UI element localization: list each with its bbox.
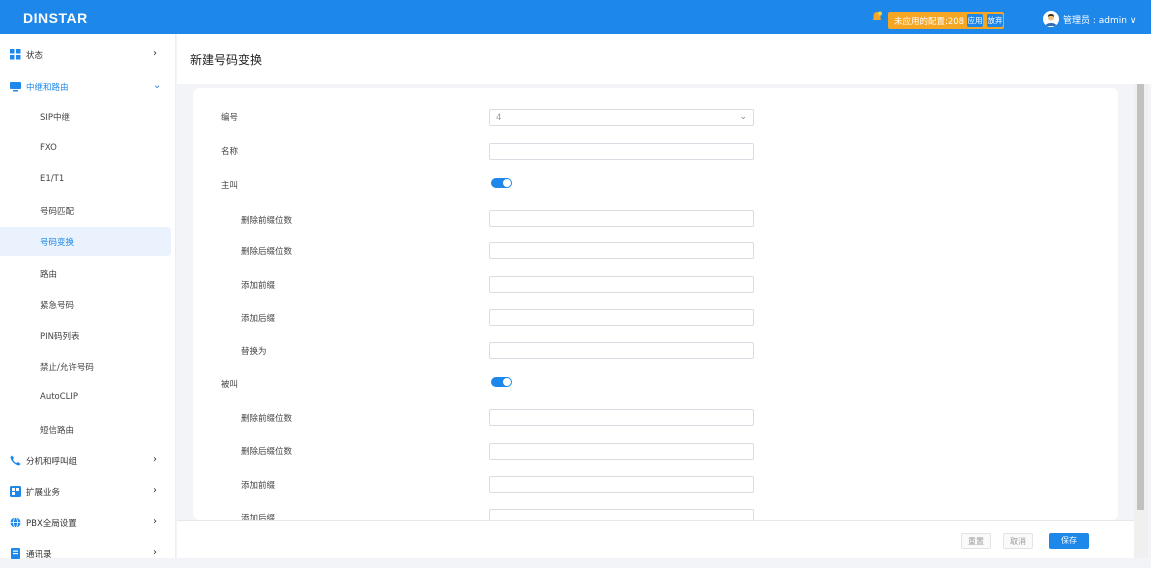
sidebar-item-label: 通讯录 bbox=[26, 550, 52, 560]
sidebar-subitem-label: AutoCLIP bbox=[40, 392, 79, 402]
sidebar-item-pbx-global[interactable]: PBX全局设置 › bbox=[0, 508, 176, 537]
avatar[interactable] bbox=[1043, 11, 1059, 27]
discard-button[interactable]: 放弃 bbox=[987, 14, 1003, 27]
form-footer: 重置 取消 保存 bbox=[177, 520, 1134, 558]
sidebar-item-extended-services[interactable]: 扩展业务 › bbox=[0, 477, 176, 506]
sidebar-item-label: 中继和路由 bbox=[26, 83, 69, 93]
user-label: 管理员 : admin bbox=[1063, 16, 1127, 26]
book-icon bbox=[11, 548, 20, 559]
logo: DINSTAR bbox=[23, 10, 88, 26]
page-title: 新建号码变换 bbox=[190, 53, 263, 67]
content-header: 新建号码变换 bbox=[177, 34, 1151, 84]
sidebar-subitem-label: E1/T1 bbox=[40, 174, 65, 184]
top-bar: DINSTAR 未应用的配置:208 应用 放弃 管理员 : admin ∨ bbox=[0, 0, 1151, 34]
user-avatar-icon bbox=[1043, 11, 1059, 27]
caller-replace-label: 替换为 bbox=[241, 347, 267, 357]
callee-add-prefix-label: 添加前缀 bbox=[241, 481, 276, 491]
sidebar-item-label: PBX全局设置 bbox=[26, 519, 77, 529]
chevron-down-icon: ⌄ bbox=[739, 112, 747, 122]
number-select-value: 4 bbox=[496, 113, 502, 123]
chevron-down-icon: ∨ bbox=[1129, 16, 1137, 26]
caller-replace-input[interactable] bbox=[489, 342, 754, 359]
sidebar-subitem-label: 号码变换 bbox=[40, 238, 75, 248]
sidebar-item-contacts[interactable]: 通讯录 › bbox=[0, 539, 176, 568]
scrollbar-thumb[interactable] bbox=[1137, 84, 1144, 510]
name-input[interactable] bbox=[489, 143, 754, 160]
chevron-down-icon: ⌄ bbox=[153, 80, 162, 91]
sidebar: 状态 › 中继和路由 ⌄ SIP中继 FXO E1/T1 号码匹配 号码变换 路… bbox=[0, 34, 176, 560]
caller-add-prefix-label: 添加前缀 bbox=[241, 281, 276, 291]
callee-add-prefix-input[interactable] bbox=[489, 476, 754, 493]
callee-label: 被叫 bbox=[221, 380, 239, 390]
chevron-right-icon: › bbox=[153, 547, 157, 558]
sidebar-subitem-label: 紧急号码 bbox=[40, 301, 75, 311]
chevron-right-icon: › bbox=[153, 516, 157, 527]
sidebar-subitem-pin-list[interactable]: PIN码列表 bbox=[0, 321, 176, 350]
caller-del-prefix-input[interactable] bbox=[489, 210, 754, 227]
sidebar-subitem-autoclip[interactable]: AutoCLIP bbox=[0, 383, 176, 412]
sidebar-item-extension[interactable]: 分机和呼叫组 › bbox=[0, 446, 176, 475]
caller-del-prefix-label: 删除前缀位数 bbox=[241, 216, 293, 226]
sidebar-item-label: 分机和呼叫组 bbox=[26, 457, 78, 467]
name-label: 名称 bbox=[221, 147, 239, 157]
sidebar-subitem-label: 号码匹配 bbox=[40, 207, 75, 217]
notification-icon[interactable] bbox=[871, 11, 883, 23]
caller-add-suffix-input[interactable] bbox=[489, 309, 754, 326]
sidebar-subitem-sip-trunk[interactable]: SIP中继 bbox=[0, 102, 176, 131]
sidebar-subitem-label: 路由 bbox=[40, 270, 58, 280]
chevron-right-icon: › bbox=[153, 454, 157, 465]
sidebar-subitem-label: PIN码列表 bbox=[40, 332, 80, 342]
pending-config-text: 未应用的配置:208 bbox=[894, 17, 965, 27]
sidebar-item-label: 扩展业务 bbox=[26, 488, 61, 498]
grid-icon bbox=[10, 49, 21, 60]
callee-toggle[interactable] bbox=[491, 377, 512, 387]
reset-button[interactable]: 重置 bbox=[961, 533, 991, 549]
pending-config-badge: 未应用的配置:208 应用 放弃 bbox=[888, 12, 1004, 29]
chevron-right-icon: › bbox=[153, 485, 157, 496]
apps-icon bbox=[10, 486, 21, 497]
caller-label: 主叫 bbox=[221, 181, 239, 191]
callee-del-suffix-input[interactable] bbox=[489, 443, 754, 460]
sidebar-subitem-number-match[interactable]: 号码匹配 bbox=[0, 196, 176, 225]
sidebar-subitem-label: 短信路由 bbox=[40, 426, 75, 436]
chevron-right-icon: › bbox=[153, 48, 157, 59]
monitor-icon bbox=[10, 82, 21, 92]
sidebar-subitem-block-allow[interactable]: 禁止/允许号码 bbox=[0, 352, 176, 381]
number-label: 编号 bbox=[221, 113, 239, 123]
sidebar-subitem-label: 禁止/允许号码 bbox=[40, 363, 94, 373]
callee-del-suffix-label: 删除后缀位数 bbox=[241, 447, 293, 457]
sidebar-subitem-emergency[interactable]: 紧急号码 bbox=[0, 290, 176, 319]
number-select[interactable]: 4 ⌄ bbox=[489, 109, 754, 126]
callee-del-prefix-input[interactable] bbox=[489, 409, 754, 426]
caller-del-suffix-label: 删除后缀位数 bbox=[241, 247, 293, 257]
sidebar-item-status[interactable]: 状态 › bbox=[0, 40, 176, 69]
sidebar-subitem-label: FXO bbox=[40, 143, 57, 153]
caller-add-suffix-label: 添加后缀 bbox=[241, 314, 276, 324]
apply-button[interactable]: 应用 bbox=[967, 14, 983, 27]
caller-del-suffix-input[interactable] bbox=[489, 242, 754, 259]
caller-toggle[interactable] bbox=[491, 178, 512, 188]
sidebar-subitem-route[interactable]: 路由 bbox=[0, 259, 176, 288]
globe-icon bbox=[10, 517, 21, 528]
caller-add-prefix-input[interactable] bbox=[489, 276, 754, 293]
save-button[interactable]: 保存 bbox=[1049, 533, 1089, 549]
user-menu[interactable]: 管理员 : admin ∨ bbox=[1063, 13, 1136, 26]
sidebar-subitem-label: SIP中继 bbox=[40, 113, 71, 123]
callee-del-prefix-label: 删除前缀位数 bbox=[241, 414, 293, 424]
sidebar-subitem-sms-route[interactable]: 短信路由 bbox=[0, 415, 176, 444]
phone-icon bbox=[10, 455, 21, 466]
sidebar-subitem-number-transform[interactable]: 号码变换 bbox=[0, 227, 171, 256]
sidebar-item-label: 状态 bbox=[26, 51, 44, 61]
sidebar-subitem-fxo[interactable]: FXO bbox=[0, 134, 176, 163]
cancel-button[interactable]: 取消 bbox=[1003, 533, 1033, 549]
sidebar-subitem-e1t1[interactable]: E1/T1 bbox=[0, 165, 176, 194]
sidebar-item-trunk-route[interactable]: 中继和路由 ⌄ bbox=[0, 72, 176, 101]
